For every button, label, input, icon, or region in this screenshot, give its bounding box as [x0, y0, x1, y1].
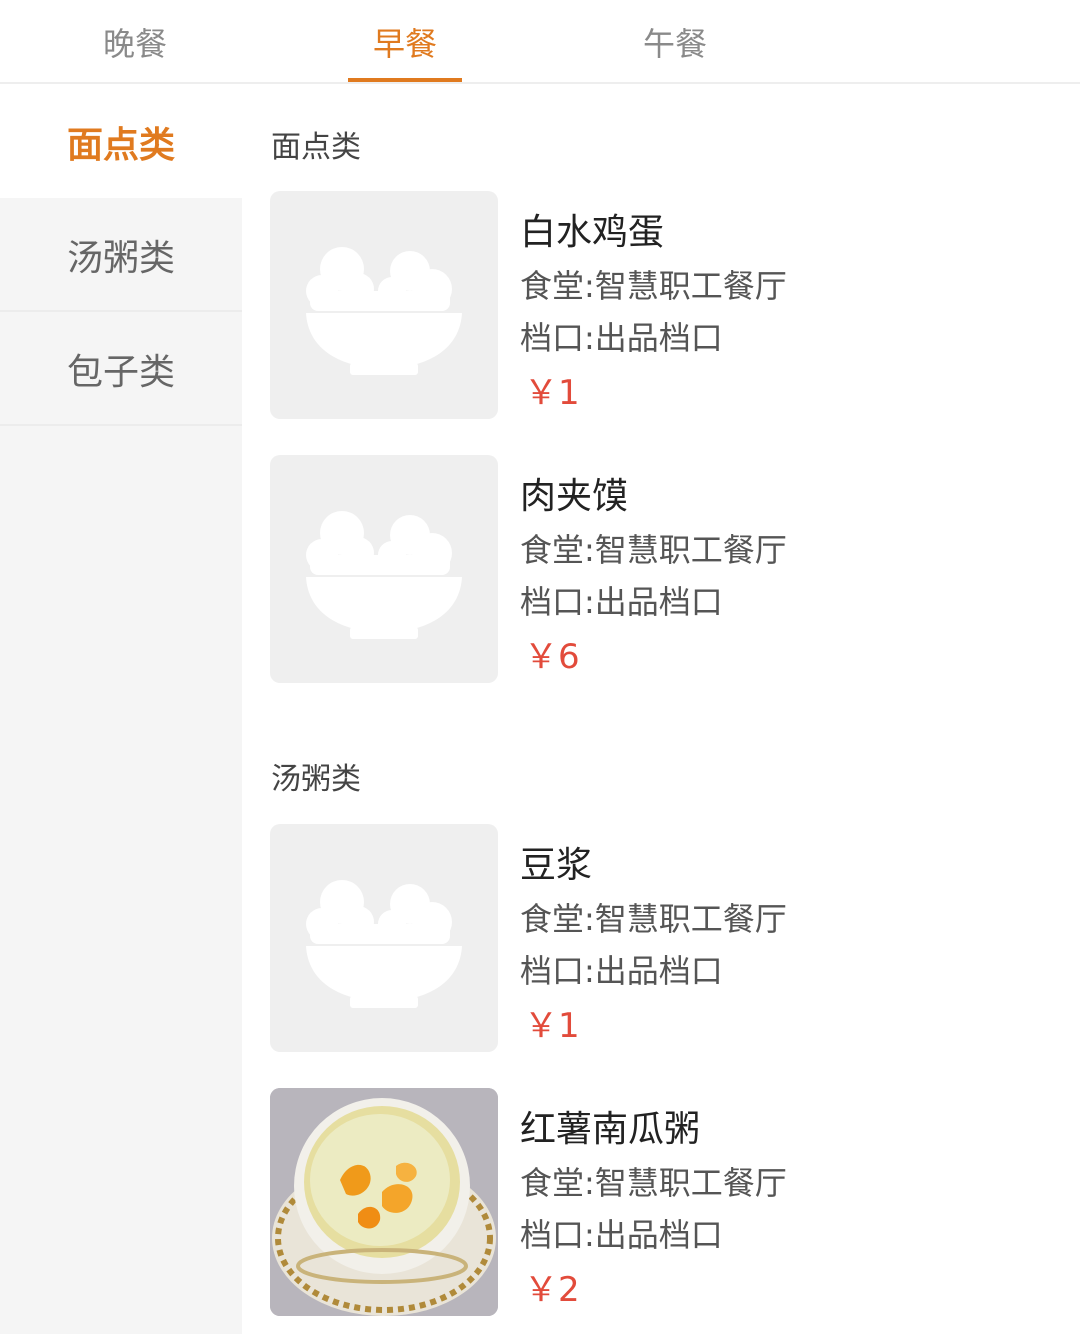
item-canteen: 食堂:智慧职工餐厅	[520, 900, 787, 938]
item-price: ￥6	[524, 637, 580, 677]
menu-item[interactable]: 肉夹馍 食堂:智慧职工餐厅 档口:出品档口 ￥6	[270, 455, 1050, 683]
item-name: 豆浆	[520, 845, 593, 886]
menu-content: 面点类 白水鸡蛋 食堂:智慧职工餐厅 档口:出品档口 ￥1 肉夹馍 食堂:智慧职…	[242, 86, 1080, 1334]
active-tab-indicator	[348, 78, 462, 82]
menu-item[interactable]: 白水鸡蛋 食堂:智慧职工餐厅 档口:出品档口 ￥1	[270, 191, 1050, 419]
item-canteen: 食堂:智慧职工餐厅	[520, 531, 787, 569]
sidebar-item-soup-porridge[interactable]: 汤粥类	[0, 200, 242, 312]
item-price: ￥1	[524, 1006, 580, 1046]
tab-lunch[interactable]: 午餐	[600, 0, 750, 84]
menu-item[interactable]: 豆浆 食堂:智慧职工餐厅 档口:出品档口 ￥1	[270, 824, 1050, 1052]
item-stall: 档口:出品档口	[520, 319, 723, 357]
section-title: 面点类	[271, 130, 361, 165]
tab-breakfast[interactable]: 早餐	[330, 0, 480, 84]
item-name: 白水鸡蛋	[520, 212, 665, 253]
sidebar-item-buns[interactable]: 包子类	[0, 314, 242, 426]
item-name: 肉夹馍	[520, 476, 629, 517]
menu-item[interactable]: 红薯南瓜粥 食堂:智慧职工餐厅 档口:出品档口 ￥2	[270, 1088, 1050, 1316]
item-name: 红薯南瓜粥	[520, 1109, 701, 1150]
category-sidebar: 面点类 汤粥类 包子类	[0, 86, 242, 1334]
item-stall: 档口:出品档口	[520, 1216, 723, 1254]
meal-tabs: 晚餐 早餐 午餐	[0, 0, 1080, 84]
item-price: ￥1	[524, 373, 580, 413]
item-stall: 档口:出品档口	[520, 952, 723, 990]
porridge-photo	[270, 1088, 498, 1316]
item-canteen: 食堂:智慧职工餐厅	[520, 1164, 787, 1202]
item-canteen: 食堂:智慧职工餐厅	[520, 267, 787, 305]
item-price: ￥2	[524, 1270, 580, 1310]
bowl-placeholder-icon	[270, 191, 498, 419]
bowl-placeholder-icon	[270, 824, 498, 1052]
section-title: 汤粥类	[271, 762, 361, 797]
sidebar-item-pastry[interactable]: 面点类	[0, 86, 242, 198]
bowl-placeholder-icon	[270, 455, 498, 683]
tab-dinner[interactable]: 晚餐	[60, 0, 210, 84]
item-stall: 档口:出品档口	[520, 583, 723, 621]
